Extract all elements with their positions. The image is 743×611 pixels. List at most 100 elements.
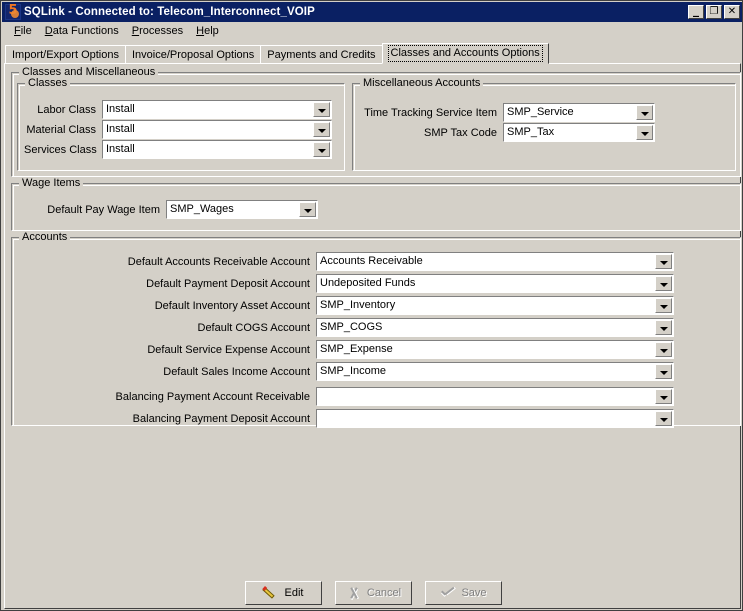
minimize-button[interactable]: _ [688, 3, 704, 19]
combo-balancing-payment-deposit-account[interactable] [316, 409, 674, 428]
field-balancing-payment-deposit-account: Balancing Payment Deposit Account [16, 409, 678, 428]
chevron-down-icon[interactable] [655, 298, 672, 313]
menu-item-file[interactable]: File [8, 23, 39, 39]
menu-label: elp [204, 25, 219, 37]
tab-payments-and-credits[interactable]: Payments and Credits [260, 45, 383, 64]
combo-material-class[interactable]: Install [102, 120, 332, 139]
sqlink-application-window: SQLink - Connected to: Telecom_Interconn… [0, 0, 743, 611]
chevron-down-icon[interactable] [636, 105, 653, 120]
chevron-down-icon[interactable] [299, 202, 316, 217]
combo-value-default-payment-deposit-account: Undeposited Funds [320, 277, 416, 289]
tab-import-export-options[interactable]: Import/Export Options [5, 45, 126, 64]
combo-default-pay-wage-item[interactable]: SMP_Wages [166, 200, 318, 219]
field-balancing-payment-account-receivable: Balancing Payment Account Receivable [16, 387, 678, 406]
tab-panel-classes-and-accounts: Classes and Miscellaneous Classes Labor … [4, 63, 741, 609]
tab-label: Classes and Accounts Options [387, 45, 543, 62]
title-bar: SQLink - Connected to: Telecom_Interconn… [2, 2, 742, 22]
close-button[interactable]: ✕ [724, 5, 740, 19]
label-smp-tax-code: SMP Tax Code [424, 126, 497, 139]
combo-time-tracking-service-item[interactable]: SMP_Service [503, 103, 655, 122]
save-button[interactable]: Save [425, 581, 502, 605]
group-title-accounts: Accounts [19, 231, 71, 243]
field-default-payment-deposit-account: Default Payment Deposit Account Undeposi… [16, 274, 678, 293]
group-title-wage-items: Wage Items [19, 177, 84, 189]
combo-services-class[interactable]: Install [102, 140, 332, 159]
cancel-button[interactable]: Cancel [335, 581, 412, 605]
chevron-down-icon[interactable] [313, 142, 330, 157]
group-wage-items: Wage Items Default Pay Wage Item SMP_Wag… [11, 177, 741, 231]
label-default-payment-deposit-account: Default Payment Deposit Account [146, 277, 310, 290]
close-icon: ✕ [727, 6, 737, 17]
tab-label: Import/Export Options [12, 49, 119, 61]
combo-default-payment-deposit-account[interactable]: Undeposited Funds [316, 274, 674, 293]
combo-default-service-expense-account[interactable]: SMP_Expense [316, 340, 674, 359]
menu-label: rocesses [139, 25, 184, 37]
chevron-down-icon[interactable] [655, 320, 672, 335]
chevron-down-icon[interactable] [655, 389, 672, 404]
chevron-down-icon[interactable] [655, 411, 672, 426]
menu-item-help[interactable]: Help [190, 23, 226, 39]
combo-value-services-class: Install [106, 143, 135, 155]
action-button-bar: Edit Cancel Save [5, 581, 742, 605]
label-default-sales-income-account: Default Sales Income Account [163, 365, 310, 378]
maximize-icon: ❐ [709, 6, 719, 17]
field-smp-tax-code: SMP Tax Code SMP_Tax [359, 123, 731, 142]
combo-value-default-sales-income-account: SMP_Income [320, 365, 387, 377]
combo-default-sales-income-account[interactable]: SMP_Income [316, 362, 674, 381]
tab-classes-and-accounts-options[interactable]: Classes and Accounts Options [381, 43, 549, 64]
chevron-down-icon[interactable] [655, 254, 672, 269]
window-title: SQLink - Connected to: Telecom_Interconn… [24, 6, 315, 18]
combo-default-inventory-asset-account[interactable]: SMP_Inventory [316, 296, 674, 315]
cancel-button-content: Cancel [341, 584, 406, 602]
field-time-tracking-service-item: Time Tracking Service Item SMP_Service [359, 103, 731, 122]
group-classes: Classes Labor Class Install Material Cla… [17, 77, 345, 171]
chevron-down-icon[interactable] [313, 102, 330, 117]
combo-value-default-service-expense-account: SMP_Expense [320, 343, 393, 355]
group-miscellaneous-accounts: Miscellaneous Accounts Time Tracking Ser… [352, 77, 736, 171]
combo-smp-tax-code[interactable]: SMP_Tax [503, 123, 655, 142]
combo-value-material-class: Install [106, 123, 135, 135]
combo-default-accounts-receivable-account[interactable]: Accounts Receivable [316, 252, 674, 271]
chevron-down-icon[interactable] [313, 122, 330, 137]
menu-accel: F [14, 25, 21, 37]
cancel-icon [346, 586, 362, 600]
group-classes-and-miscellaneous: Classes and Miscellaneous Classes Labor … [11, 66, 741, 177]
menu-label: ata Functions [52, 25, 119, 37]
label-balancing-payment-account-receivable: Balancing Payment Account Receivable [115, 390, 310, 403]
chevron-down-icon[interactable] [655, 276, 672, 291]
edit-button-label: Edit [284, 587, 304, 599]
edit-button-content: Edit [259, 584, 308, 602]
minimize-icon: _ [693, 3, 699, 17]
menu-bar: File Data Functions Processes Help [2, 22, 742, 41]
combo-value-default-pay-wage-item: SMP_Wages [170, 203, 234, 215]
combo-value-smp-tax-code: SMP_Tax [507, 126, 555, 138]
menu-accel: P [131, 25, 140, 37]
field-default-pay-wage-item: Default Pay Wage Item SMP_Wages [18, 200, 328, 219]
group-title-classes: Classes [25, 77, 71, 89]
combo-value-default-accounts-receivable-account: Accounts Receivable [320, 255, 423, 267]
maximize-button[interactable]: ❐ [706, 5, 722, 19]
menu-item-processes[interactable]: Processes [126, 23, 190, 39]
menu-accel: D [44, 25, 53, 37]
field-default-accounts-receivable-account: Default Accounts Receivable Account Acco… [16, 252, 678, 271]
edit-button[interactable]: Edit [245, 581, 322, 605]
combo-value-default-inventory-asset-account: SMP_Inventory [320, 299, 396, 311]
label-default-accounts-receivable-account: Default Accounts Receivable Account [127, 255, 310, 268]
combo-balancing-payment-account-receivable[interactable] [316, 387, 674, 406]
combo-default-cogs-account[interactable]: SMP_COGS [316, 318, 674, 337]
label-labor-class: Labor Class [37, 103, 96, 116]
chevron-down-icon[interactable] [636, 125, 653, 140]
chevron-down-icon[interactable] [655, 342, 672, 357]
label-default-pay-wage-item: Default Pay Wage Item [47, 203, 160, 216]
pencil-icon [264, 586, 280, 600]
chevron-down-icon[interactable] [655, 364, 672, 379]
window-controls: _ ❐ ✕ [688, 3, 741, 19]
menu-item-data-functions[interactable]: Data Functions [39, 23, 126, 39]
combo-value-default-cogs-account: SMP_COGS [320, 321, 383, 333]
tab-invoice-proposal-options[interactable]: Invoice/Proposal Options [125, 45, 262, 64]
label-balancing-payment-deposit-account: Balancing Payment Deposit Account [132, 412, 310, 425]
label-default-inventory-asset-account: Default Inventory Asset Account [154, 299, 310, 312]
field-default-cogs-account: Default COGS Account SMP_COGS [16, 318, 678, 337]
combo-labor-class[interactable]: Install [102, 100, 332, 119]
cancel-button-label: Cancel [366, 587, 402, 599]
